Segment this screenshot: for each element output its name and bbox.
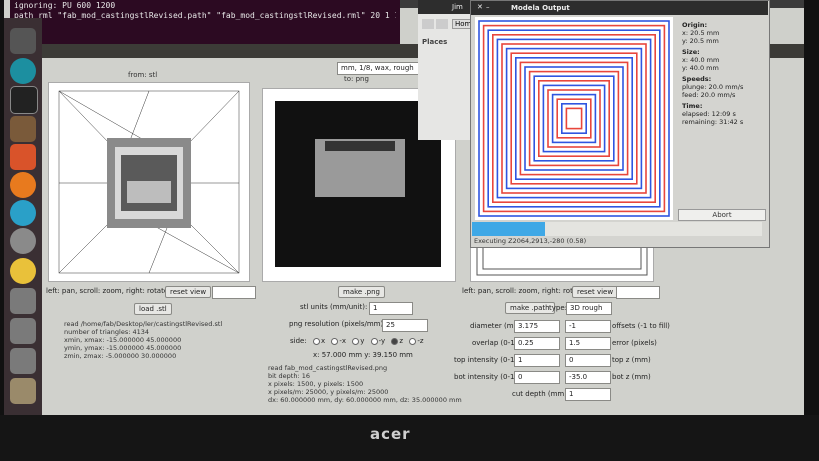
- error-label: error (pixels): [612, 339, 657, 347]
- bot-intensity-input[interactable]: 0: [514, 371, 560, 384]
- firefox-icon[interactable]: [10, 172, 36, 198]
- bot-z-label: bot z (mm): [612, 373, 651, 381]
- chrome-icon[interactable]: [10, 258, 36, 284]
- output-titlebar: ✕ – Modela Output: [471, 1, 768, 15]
- places-label: Places: [422, 38, 448, 46]
- status-text: Executing Z2064,2913,-280 (0.58): [474, 237, 587, 245]
- side-radio[interactable]: [352, 337, 360, 345]
- terminal-line: ignoring: PU 600 1200: [14, 1, 116, 10]
- stl-hint: left: pan, scroll: zoom, right: rotate: [46, 287, 169, 295]
- path-reset-view-button[interactable]: reset view: [572, 286, 619, 298]
- cut-depth-label: cut depth (mm): [512, 390, 567, 398]
- launcher-dock: [4, 18, 42, 415]
- toolpath-loop: [533, 75, 615, 162]
- png-panel-title: to: png: [344, 75, 369, 83]
- file-manager-window: Jim Hom Places: [418, 0, 476, 140]
- diameter-input[interactable]: 3.175: [514, 320, 560, 333]
- top-intensity-label: top intensity (0-1): [454, 356, 518, 364]
- abort-button[interactable]: Abort: [678, 209, 766, 221]
- side-selector: side: x -x y -y z -z: [290, 337, 424, 345]
- top-z-input[interactable]: 0: [565, 354, 611, 367]
- stl-view-select[interactable]: [212, 286, 256, 299]
- make-path-button[interactable]: make .path: [505, 302, 555, 314]
- cut-depth-input[interactable]: 1: [565, 388, 611, 401]
- path-view[interactable]: [470, 224, 654, 282]
- stl-wireframe: [58, 90, 240, 274]
- app-icon[interactable]: [10, 144, 36, 170]
- side-radio[interactable]: [391, 337, 399, 345]
- overlap-input[interactable]: 0.25: [514, 337, 560, 350]
- output-title: Modela Output: [511, 4, 570, 12]
- arduino-icon[interactable]: [10, 58, 36, 84]
- side-radio[interactable]: [409, 337, 417, 345]
- side-label: side:: [290, 337, 307, 345]
- png-size-text: x: 57.000 mm y: 39.150 mm: [313, 351, 413, 359]
- toolpath-svg: [478, 20, 670, 217]
- stl-reset-view-button[interactable]: reset view: [165, 286, 212, 298]
- forward-icon[interactable]: [436, 19, 448, 29]
- close-icon[interactable]: ✕: [477, 3, 483, 11]
- overlap-label: overlap (0-1): [472, 339, 518, 347]
- toolpath-plot: [475, 17, 673, 220]
- toolpath-loop: [519, 61, 629, 176]
- files-icon[interactable]: [10, 116, 36, 142]
- terminal-line: 15 30: [14, 21, 396, 31]
- settings-icon[interactable]: [10, 228, 36, 254]
- toolpath-loop: [487, 29, 661, 208]
- terminal-window[interactable]: ignoring: PU 600 1200 path_rml "fab_mod_…: [10, 0, 400, 44]
- terminal-line: path_rml "fab_mod_castingstlRevised.path…: [14, 11, 396, 20]
- toolpath-loop: [505, 47, 643, 190]
- toolpath-loop: [537, 79, 611, 158]
- bot-intensity-label: bot intensity (0-1): [454, 373, 518, 381]
- output-info: Origin: x: 20.5 mm y: 20.5 mm Size: x: 4…: [682, 21, 744, 126]
- offsets-label: offsets (-1 to fill): [612, 322, 670, 330]
- type-label: type:: [549, 304, 567, 312]
- stl-units-label: stl units (mm/unit):: [300, 303, 368, 311]
- side-radio[interactable]: [312, 337, 320, 345]
- stl-info: read /home/fab/Desktop/ler/castingstlRev…: [64, 320, 223, 360]
- path-view-select[interactable]: [616, 286, 660, 299]
- load-stl-button[interactable]: load .stl: [134, 303, 172, 315]
- toolpath-loop: [551, 93, 597, 144]
- bot-z-input[interactable]: -35.0: [565, 371, 611, 384]
- type-select[interactable]: 3D rough: [566, 302, 612, 315]
- png-info: read fab_mod_castingstlRevised.png bit d…: [268, 364, 462, 404]
- trash-icon[interactable]: [10, 378, 36, 404]
- minimize-icon[interactable]: –: [486, 3, 490, 11]
- back-icon[interactable]: [422, 19, 434, 29]
- stl-panel-title: from: stl: [128, 71, 158, 79]
- toolpath-loop: [565, 107, 583, 130]
- brand-logo: acer: [370, 425, 411, 443]
- path-hint: left: pan, scroll: zoom, right: rotate: [462, 287, 585, 295]
- toolpath-loop: [478, 20, 670, 217]
- stl-view[interactable]: [48, 82, 250, 282]
- toolpath-loop: [491, 33, 656, 203]
- top-z-label: top z (mm): [612, 356, 651, 364]
- error-input[interactable]: 1.5: [565, 337, 611, 350]
- side-radio[interactable]: [370, 337, 378, 345]
- dash-icon[interactable]: [10, 28, 36, 54]
- terminal-icon[interactable]: [10, 86, 38, 114]
- file-manager-user: Jim: [452, 3, 463, 11]
- browser-icon[interactable]: [10, 200, 36, 226]
- toolpath-loop: [524, 66, 624, 171]
- drive-icon[interactable]: [10, 288, 36, 314]
- drive-icon[interactable]: [10, 318, 36, 344]
- side-radio[interactable]: [331, 337, 339, 345]
- make-png-button[interactable]: make .png: [338, 286, 385, 298]
- stl-units-input[interactable]: 1: [369, 302, 413, 315]
- progress-bar: [472, 222, 545, 236]
- png-resolution-input[interactable]: 25: [382, 319, 428, 332]
- drive-icon[interactable]: [10, 348, 36, 374]
- top-intensity-input[interactable]: 1: [514, 354, 560, 367]
- png-resolution-label: png resolution (pixels/mm):: [289, 320, 386, 328]
- offsets-input[interactable]: -1: [565, 320, 611, 333]
